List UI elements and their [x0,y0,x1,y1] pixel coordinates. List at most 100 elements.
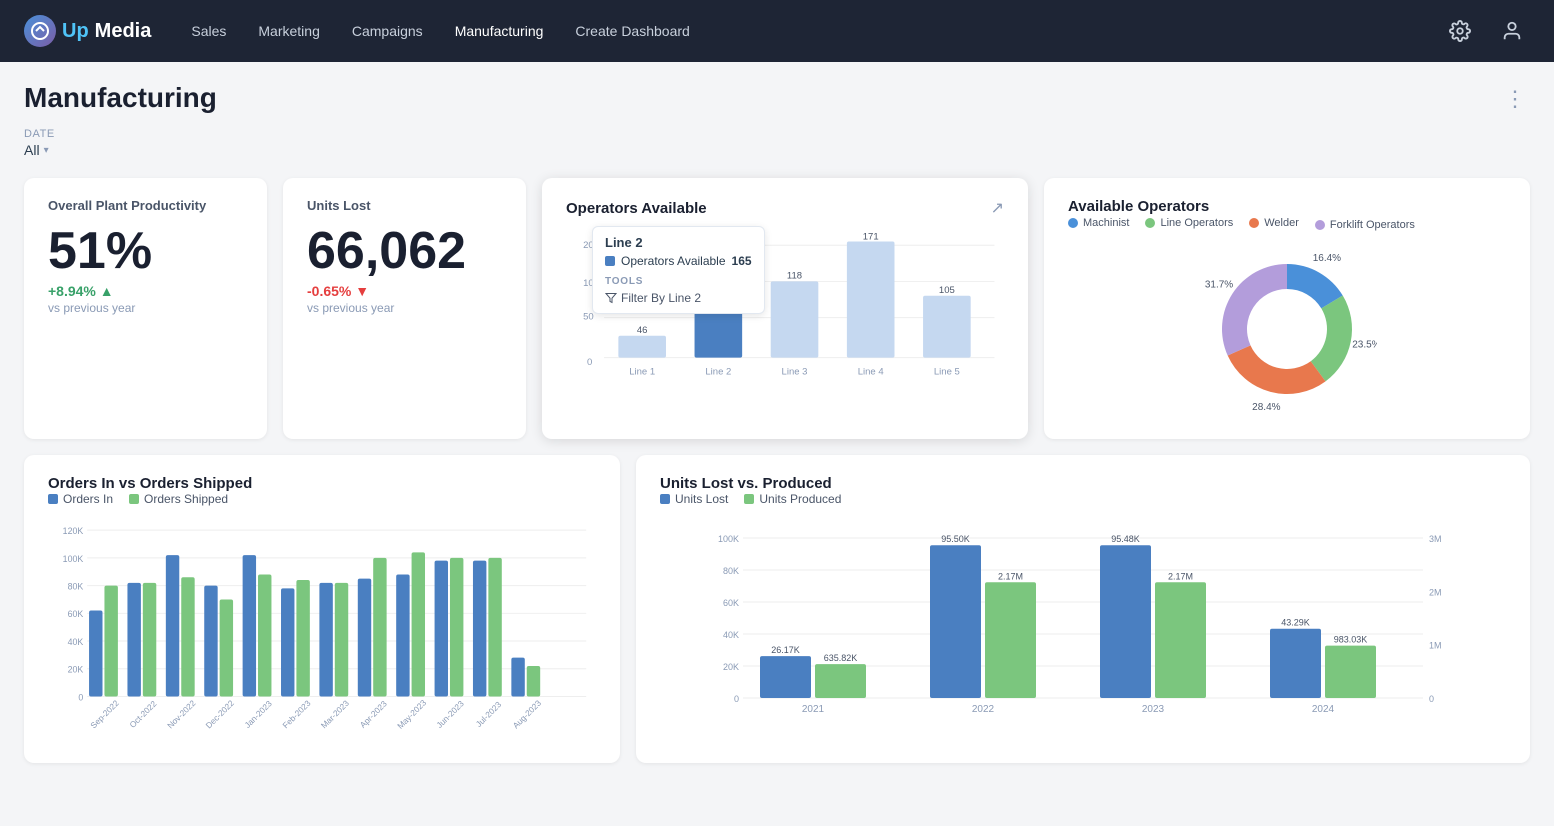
user-button[interactable] [1494,13,1530,49]
svg-text:43.29K: 43.29K [1281,618,1310,628]
svg-text:Line 3: Line 3 [782,367,808,378]
svg-text:40K: 40K [723,630,739,640]
svg-text:46: 46 [637,325,648,336]
svg-text:26.17K: 26.17K [771,645,800,655]
filter-label: Filter By Line 2 [621,291,701,305]
operators-available-card: Operators Available ↗ Line 2 Operators A… [542,178,1028,439]
overall-productivity-change: +8.94% ▲ [48,283,243,299]
svg-text:1M: 1M [1429,641,1442,651]
page-menu-button[interactable]: ⋮ [1500,82,1530,116]
available-operators-card: Available Operators Machinist Line Opera… [1044,178,1530,439]
units-lost-legend-label: Units Lost [675,492,728,506]
filter-row: Date All ▾ [24,128,1530,158]
svg-text:60K: 60K [68,609,84,619]
svg-text:2.17M: 2.17M [998,571,1023,581]
svg-text:28.4%: 28.4% [1252,402,1280,413]
svg-text:60K: 60K [723,598,739,608]
svg-text:40K: 40K [68,637,84,647]
tools-label: TOOLS [605,276,752,287]
forklift-dot [1315,220,1325,230]
legend-forklift: Forklift Operators [1315,219,1415,231]
tooltip-legend-label: Operators Available [621,254,726,268]
svg-text:Jul-2023: Jul-2023 [474,699,504,729]
page-title: Manufacturing [24,82,217,114]
expand-button[interactable]: ↗ [991,198,1004,218]
svg-text:Jan-2023: Jan-2023 [242,698,274,730]
orders-legend: Orders In Orders Shipped [48,492,596,506]
nav-sales[interactable]: Sales [191,23,226,39]
svg-text:0: 0 [587,357,592,368]
overall-productivity-card: Overall Plant Productivity 51% +8.94% ▲ … [24,178,267,439]
units-lost-value: 66,062 [307,225,502,277]
units-lost-change: -0.65% ▼ [307,283,502,299]
svg-text:2M: 2M [1429,587,1442,597]
svg-text:Sep-2022: Sep-2022 [88,698,121,731]
svg-text:2.17M: 2.17M [1168,571,1193,581]
orders-in-label: Orders In [63,492,113,506]
legend-units-produced: Units Produced [744,492,841,506]
svg-text:0: 0 [734,694,739,704]
units-chart-title: Units Lost vs. Produced [660,475,1506,492]
svg-text:Dec-2022: Dec-2022 [203,698,236,731]
overall-productivity-sub: vs previous year [48,301,243,315]
navbar: Up Media Sales Marketing Campaigns Manufa… [0,0,1554,62]
svg-text:95.50K: 95.50K [941,534,970,544]
legend-orders-shipped: Orders Shipped [129,492,228,506]
operators-tooltip: Line 2 Operators Available 165 TOOLS Fil… [592,226,765,314]
logo-media: Media [95,20,152,43]
svg-text:20K: 20K [723,662,739,672]
units-bar-chart: 100K80K60K40K20K03M2M1M026.17K635.82K202… [660,518,1506,738]
nav-manufacturing[interactable]: Manufacturing [455,23,544,39]
legend-orders-in: Orders In [48,492,113,506]
nav-create-dashboard[interactable]: Create Dashboard [575,23,689,39]
svg-text:171: 171 [863,232,879,243]
units-produced-legend-label: Units Produced [759,492,841,506]
logo-icon [24,15,56,47]
nav-campaigns[interactable]: Campaigns [352,23,423,39]
welder-dot [1249,218,1259,228]
date-filter: Date All ▾ [24,128,55,158]
svg-text:100K: 100K [63,554,84,564]
svg-text:20K: 20K [68,665,84,675]
date-filter-value: All [24,142,40,158]
svg-text:120K: 120K [63,526,84,536]
page-header: Manufacturing ⋮ [24,82,1530,116]
nav-marketing[interactable]: Marketing [258,23,319,39]
svg-text:Line 2: Line 2 [705,367,731,378]
units-lost-sub: vs previous year [307,301,502,315]
machinist-label: Machinist [1083,217,1129,229]
operators-card-title: Operators Available [566,200,707,217]
logo-up: Up [62,20,89,43]
svg-text:Oct-2022: Oct-2022 [127,698,158,729]
orders-in-dot [48,494,58,504]
available-operators-title: Available Operators [1068,198,1506,215]
filter-by-line2-button[interactable]: Filter By Line 2 [605,291,701,305]
forklift-label: Forklift Operators [1330,219,1415,231]
operators-card-header: Operators Available ↗ [566,198,1004,218]
svg-text:Nov-2022: Nov-2022 [165,698,198,731]
svg-text:Jun-2023: Jun-2023 [434,698,466,730]
svg-text:May-2023: May-2023 [395,697,428,730]
orders-shipped-dot [129,494,139,504]
line-operators-label: Line Operators [1160,217,1233,229]
legend-units-lost: Units Lost [660,492,728,506]
svg-text:3M: 3M [1429,534,1442,544]
chevron-down-icon: ▾ [44,145,49,156]
svg-text:50: 50 [583,312,594,323]
settings-button[interactable] [1442,13,1478,49]
tooltip-line: Line 2 [605,235,752,250]
svg-text:105: 105 [939,285,955,296]
svg-text:2024: 2024 [1312,704,1335,715]
date-filter-select[interactable]: All ▾ [24,142,49,158]
svg-text:31.7%: 31.7% [1205,280,1233,291]
orders-shipped-label: Orders Shipped [144,492,228,506]
units-lost-dot [660,494,670,504]
donut-chart: 16.4%23.5%28.4%31.7% [1197,239,1377,419]
legend-welder: Welder [1249,215,1299,231]
units-legend: Units Lost Units Produced [660,492,1506,506]
logo[interactable]: Up Media [24,15,151,47]
top-cards-row: Overall Plant Productivity 51% +8.94% ▲ … [24,178,1530,439]
units-produced-dot [744,494,754,504]
legend-machinist: Machinist [1068,215,1129,231]
tooltip-dot [605,256,615,266]
